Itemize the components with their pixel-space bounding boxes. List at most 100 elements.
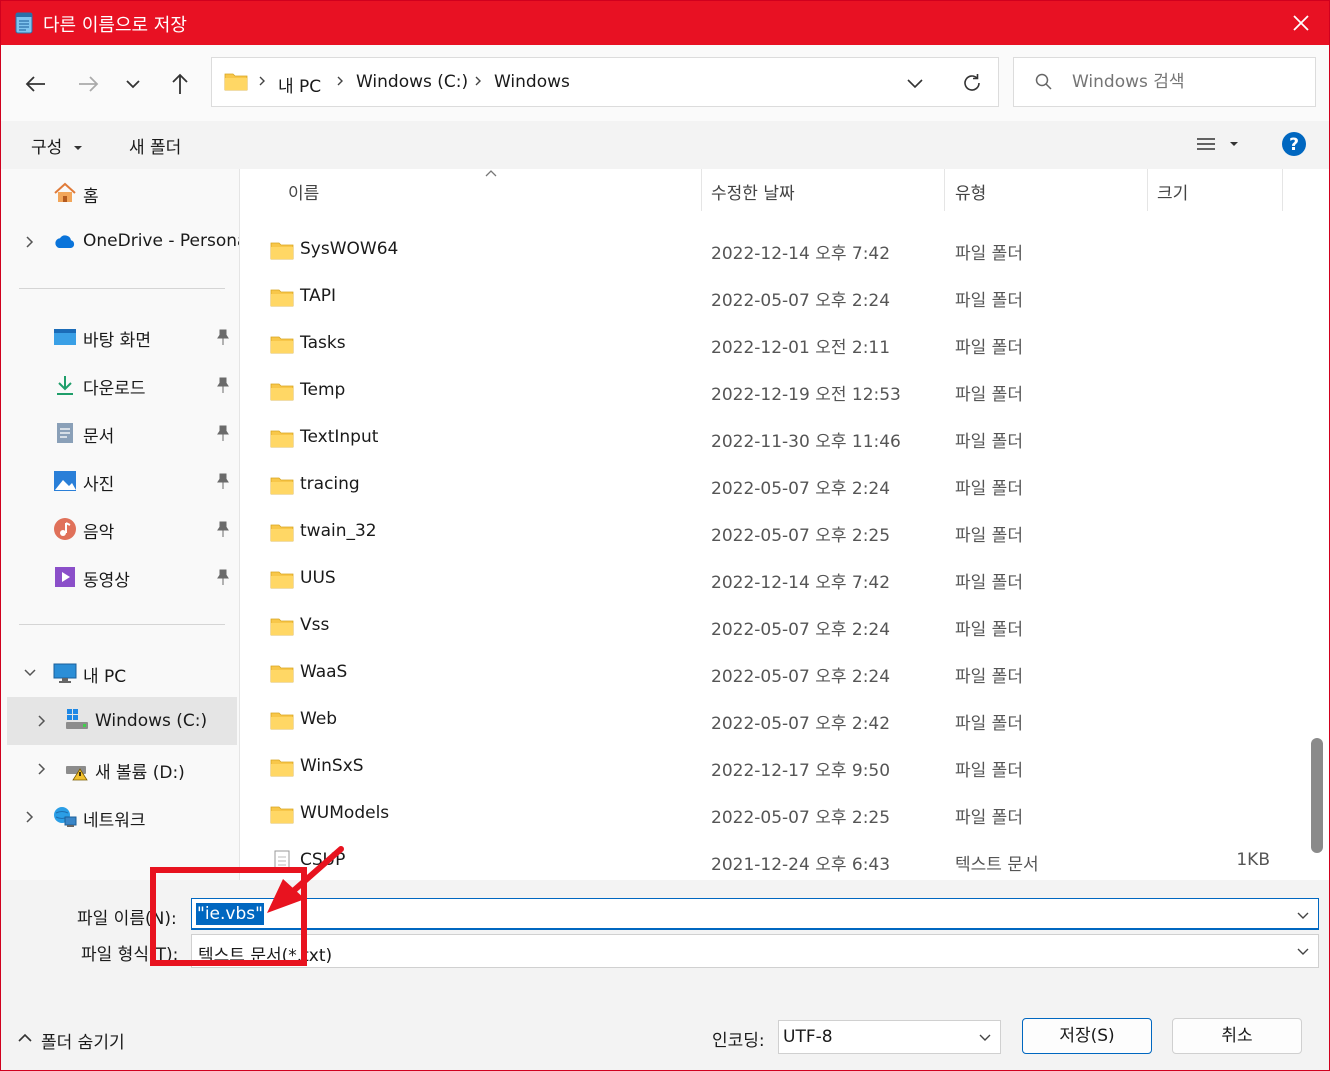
file-row[interactable]: Web 2022-05-07 오후 2:42 파일 폴더 — [240, 697, 1300, 744]
sidebar-item-pictures[interactable]: 사진 — [1, 461, 239, 501]
file-type: 파일 폴더 — [955, 526, 1023, 546]
up-button[interactable] — [163, 67, 197, 101]
caret-down-icon[interactable] — [1228, 139, 1240, 149]
file-row[interactable]: Temp 2022-12-19 오전 12:53 파일 폴더 — [240, 368, 1300, 415]
scrollbar-thumb[interactable] — [1311, 738, 1323, 853]
file-type: 파일 폴더 — [955, 338, 1023, 358]
file-name: Temp — [300, 380, 346, 400]
chevron-down-icon[interactable] — [904, 72, 926, 94]
cancel-button[interactable]: 취소 — [1172, 1018, 1302, 1054]
annotation-arrow-icon — [267, 846, 344, 913]
file-type: 파일 폴더 — [955, 385, 1023, 405]
file-date: 2022-05-07 오후 2:25 — [711, 808, 891, 828]
encoding-select[interactable]: UTF-8 — [778, 1020, 1001, 1054]
file-row[interactable]: WinSxS 2022-12-17 오후 9:50 파일 폴더 — [240, 744, 1300, 791]
windows-drive-icon — [66, 709, 88, 729]
column-header-type[interactable]: 유형 — [955, 179, 986, 204]
column-divider[interactable] — [944, 169, 945, 211]
title-bar: 다른 이름으로 저장 — [1, 1, 1329, 45]
file-row[interactable]: TAPI 2022-05-07 오후 2:24 파일 폴더 — [240, 274, 1300, 321]
file-row[interactable]: SysWOW64 2022-12-14 오후 7:42 파일 폴더 — [240, 227, 1300, 274]
download-icon — [57, 376, 73, 395]
file-row[interactable]: Vss 2022-05-07 오후 2:24 파일 폴더 — [240, 603, 1300, 650]
file-row[interactable]: WaaS 2022-05-07 오후 2:24 파일 폴더 — [240, 650, 1300, 697]
sidebar-item-drive-d[interactable]: 새 볼륨 (D:) — [1, 749, 239, 789]
folder-icon — [270, 806, 294, 824]
sidebar-item-label: 다운로드 — [83, 379, 146, 399]
file-row[interactable]: twain_32 2022-05-07 오후 2:25 파일 폴더 — [240, 509, 1300, 556]
help-icon[interactable]: ? — [1281, 131, 1307, 157]
sidebar-item-label: 사진 — [83, 475, 115, 495]
file-row[interactable]: UUS 2022-12-14 오후 7:42 파일 폴더 — [240, 556, 1300, 603]
filetype-select[interactable]: 텍스트 문서(*.txt) — [191, 934, 1319, 968]
filename-field[interactable]: "ie.vbs" — [191, 898, 1319, 930]
sidebar-item-music[interactable]: 음악 — [1, 509, 239, 549]
breadcrumb-drive-c[interactable]: Windows (C:) — [356, 72, 468, 92]
sidebar-item-this-pc[interactable]: 내 PC — [1, 653, 239, 693]
file-row[interactable]: WUModels 2022-05-07 오후 2:25 파일 폴더 — [240, 791, 1300, 838]
arrow-left-icon — [25, 76, 45, 92]
folder-icon — [270, 759, 294, 777]
music-icon — [54, 518, 76, 540]
file-date: 2022-12-17 오후 9:50 — [711, 761, 891, 781]
chevron-down-icon — [126, 80, 140, 89]
sidebar-item-drive-c[interactable]: Windows (C:) — [7, 697, 237, 745]
sidebar-item-downloads[interactable]: 다운로드 — [1, 365, 239, 405]
chevron-right-icon[interactable] — [35, 761, 49, 777]
sidebar-item-label: 바탕 화면 — [83, 331, 151, 351]
refresh-icon[interactable] — [960, 71, 984, 95]
svg-text:?: ? — [1289, 135, 1299, 155]
file-name: twain_32 — [300, 521, 377, 541]
pin-icon — [217, 425, 229, 441]
back-button[interactable] — [19, 67, 53, 101]
chevron-right-icon[interactable] — [35, 713, 49, 729]
chevron-down-icon[interactable] — [978, 1030, 992, 1044]
file-row[interactable]: CSUP 2021-12-24 오후 6:43 텍스트 문서 1KB — [240, 838, 1300, 880]
column-divider[interactable] — [701, 169, 702, 211]
new-folder-button[interactable]: 새 폴더 — [129, 133, 181, 158]
chevron-down-icon[interactable] — [1296, 944, 1310, 958]
chevron-right-icon[interactable] — [23, 234, 37, 250]
breadcrumb-windows[interactable]: Windows — [494, 72, 570, 92]
search-box[interactable] — [1013, 57, 1316, 107]
view-options-icon[interactable] — [1195, 135, 1217, 155]
file-name: Web — [300, 709, 338, 729]
file-row[interactable]: Tasks 2022-12-01 오전 2:11 파일 폴더 — [240, 321, 1300, 368]
save-button[interactable]: 저장(S) — [1022, 1018, 1152, 1054]
file-type: 파일 폴더 — [955, 573, 1023, 593]
sort-ascending-icon — [485, 170, 497, 177]
column-header-name[interactable]: 이름 — [288, 179, 319, 204]
file-size: 1KB — [1236, 850, 1270, 870]
forward-button[interactable] — [71, 67, 105, 101]
address-bar[interactable]: 내 PC Windows (C:) Windows — [211, 57, 999, 107]
file-name: WUModels — [300, 803, 390, 823]
sidebar-item-videos[interactable]: 동영상 — [1, 557, 239, 597]
file-row[interactable]: TextInput 2022-11-30 오후 11:46 파일 폴더 — [240, 415, 1300, 462]
sidebar-item-network[interactable]: 네트워크 — [1, 797, 239, 837]
column-header-modified[interactable]: 수정한 날짜 — [711, 179, 795, 204]
file-date: 2022-12-01 오전 2:11 — [711, 338, 891, 358]
recent-locations-button[interactable] — [116, 67, 150, 101]
sidebar-item-onedrive[interactable]: OneDrive - Persona — [1, 222, 239, 262]
navigation-pane: 홈 OneDrive - Persona 바탕 화면 다운로드 문서 사진 음악… — [1, 169, 240, 880]
close-button[interactable] — [1273, 1, 1329, 45]
sidebar-divider — [19, 288, 225, 289]
chevron-right-icon[interactable] — [23, 809, 37, 825]
sidebar-item-desktop[interactable]: 바탕 화면 — [1, 317, 239, 357]
folder-icon — [270, 430, 294, 448]
column-header-size[interactable]: 크기 — [1157, 179, 1188, 204]
column-divider[interactable] — [1282, 169, 1283, 211]
file-date: 2022-05-07 오후 2:25 — [711, 526, 891, 546]
breadcrumb-this-pc[interactable]: 내 PC — [278, 72, 321, 97]
chevron-down-icon[interactable] — [23, 665, 37, 681]
save-as-dialog: 다른 이름으로 저장 내 PC Windows (C:) Windows Win… — [0, 0, 1330, 1071]
folder-icon — [270, 336, 294, 354]
chevron-down-icon[interactable] — [1296, 908, 1310, 922]
organize-button[interactable]: 구성 — [31, 133, 84, 158]
sidebar-item-documents[interactable]: 문서 — [1, 413, 239, 453]
file-type: 파일 폴더 — [955, 432, 1023, 452]
file-row[interactable]: tracing 2022-05-07 오후 2:24 파일 폴더 — [240, 462, 1300, 509]
search-input[interactable] — [1072, 70, 1302, 94]
column-divider[interactable] — [1147, 169, 1148, 211]
sidebar-item-home[interactable]: 홈 — [1, 173, 239, 213]
